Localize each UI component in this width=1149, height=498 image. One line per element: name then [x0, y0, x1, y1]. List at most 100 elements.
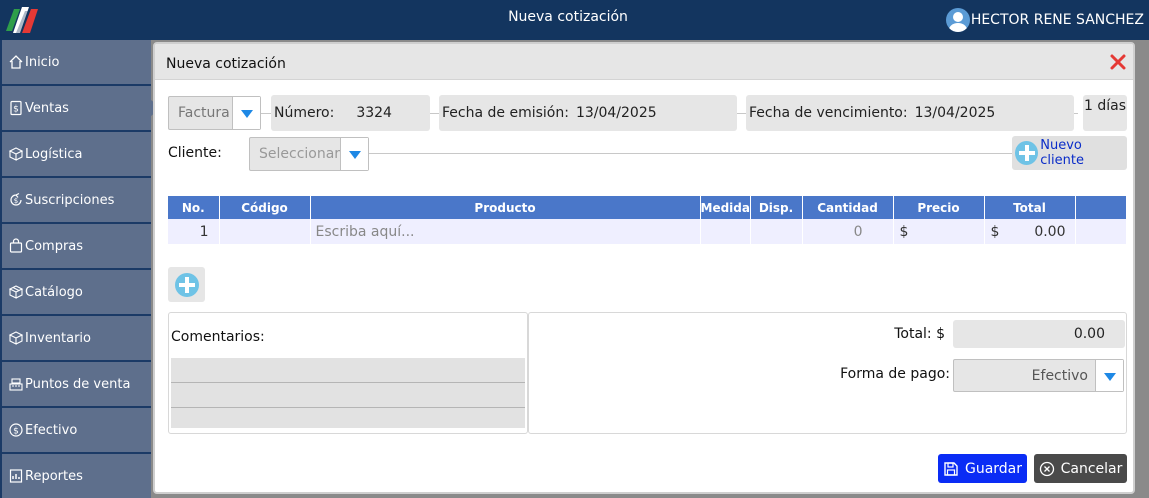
sidebar-item-puntos-de-venta[interactable]: Puntos de venta	[2, 362, 151, 406]
col-header-no: No.	[168, 196, 220, 219]
home-icon	[8, 54, 24, 70]
products-table: No. Código Producto Medida Disp. Cantida…	[168, 196, 1127, 244]
cash-coin-icon: $	[8, 422, 24, 438]
sidebar-item-inicio[interactable]: Inicio	[2, 40, 151, 84]
emision-value[interactable]: 13/04/2025	[576, 105, 657, 121]
forma-pago-value: Efectivo	[1031, 368, 1088, 384]
col-header-medida: Medida	[700, 196, 751, 219]
chevron-down-icon[interactable]	[1095, 360, 1123, 391]
sidebar-item-label: Inventario	[25, 330, 91, 346]
col-header-codigo: Código	[219, 196, 311, 219]
user-menu[interactable]: HECTOR RENE SANCHEZ	[945, 8, 1144, 32]
sidebar-item-label: Reportes	[25, 468, 83, 484]
precio-input[interactable]: $	[893, 219, 985, 244]
svg-text:$: $	[13, 427, 19, 437]
doc-type-value: Factura	[178, 105, 230, 121]
row-total-value: 0.00	[1034, 223, 1066, 240]
col-header-precio: Precio	[893, 196, 985, 219]
comments-label: Comentarios:	[171, 329, 265, 345]
comments-textarea[interactable]	[171, 358, 525, 428]
dias-value: 1 días	[1083, 98, 1126, 114]
cell-disp	[750, 219, 803, 244]
cantidad-input[interactable]: 0	[802, 219, 894, 244]
col-header-total: Total	[984, 196, 1076, 219]
cell-no: 1	[168, 219, 220, 244]
numero-value: 3324	[356, 105, 392, 121]
emision-label: Fecha de emisión:	[442, 105, 569, 121]
product-input[interactable]: Escriba aquí...	[310, 219, 701, 244]
shopping-bag-icon	[8, 238, 24, 254]
save-label: Guardar	[964, 460, 1023, 477]
sidebar-item-logistica[interactable]: Logística	[2, 132, 151, 176]
sidebar-item-reportes[interactable]: Reportes	[2, 454, 151, 498]
vencimiento-label: Fecha de vencimiento:	[749, 105, 908, 121]
total-currency: $	[990, 223, 1000, 240]
totals-panel: Total: $ 0.00 Forma de pago: Efectivo	[528, 312, 1127, 434]
vencimiento-field[interactable]: Fecha de vencimiento: 13/04/2025	[746, 95, 1074, 131]
total-value: 0.00	[953, 320, 1125, 348]
sidebar-item-label: Compras	[25, 238, 84, 254]
forma-pago-select[interactable]: Efectivo	[953, 359, 1124, 392]
sales-receipt-icon: $	[8, 100, 24, 116]
close-icon[interactable]	[1109, 53, 1127, 71]
dias-field: 1 días	[1083, 95, 1127, 131]
vencimiento-value[interactable]: 13/04/2025	[915, 105, 996, 121]
reports-icon	[8, 468, 24, 484]
save-button[interactable]: Guardar	[938, 454, 1027, 483]
precio-currency: $	[899, 223, 909, 240]
total-label: Total: $	[894, 326, 945, 342]
col-header-cantidad: Cantidad	[802, 196, 894, 219]
textarea-line	[171, 382, 525, 383]
cancel-circle-icon	[1039, 461, 1054, 476]
textarea-line	[171, 407, 525, 408]
cancel-label: Cancelar	[1060, 460, 1123, 477]
sidebar-item-label: Catálogo	[25, 284, 83, 300]
cell-total: $0.00	[984, 219, 1076, 244]
nuevo-cliente-button[interactable]: Nuevo cliente	[1012, 136, 1127, 170]
modal-title: Nueva cotización	[166, 56, 286, 72]
user-avatar-icon	[945, 8, 970, 32]
sidebar-item-label: Ventas	[25, 100, 69, 116]
inventory-box-icon	[8, 330, 24, 346]
svg-text:$: $	[14, 197, 18, 205]
cash-register-icon	[8, 376, 24, 392]
row-divider	[369, 153, 1012, 154]
sidebar-item-label: Inicio	[25, 54, 60, 70]
top-bar: Nueva cotización HECTOR RENE SANCHEZ	[0, 0, 1149, 40]
chevron-down-icon[interactable]	[232, 97, 260, 129]
catalog-box-icon	[8, 284, 24, 300]
sidebar-item-label: Puntos de venta	[25, 376, 131, 392]
svg-text:$: $	[13, 105, 19, 115]
doc-type-select[interactable]: Factura	[168, 96, 261, 130]
col-header-disp: Disp.	[750, 196, 803, 219]
cliente-placeholder: Seleccionar	[259, 146, 341, 162]
numero-field: Número: 3324	[271, 95, 430, 131]
cell-codigo[interactable]	[219, 219, 311, 244]
sidebar-item-label: Efectivo	[25, 422, 78, 438]
sidebar-item-compras[interactable]: Compras	[2, 224, 151, 268]
save-floppy-icon	[944, 461, 958, 476]
sidebar-item-catalogo[interactable]: Catálogo	[2, 270, 151, 314]
table-row: 1 Escriba aquí... 0 $ $0.00	[168, 219, 1127, 244]
modal-header: Nueva cotización	[155, 44, 1133, 80]
nuevo-cliente-label: Nuevo cliente	[1040, 138, 1084, 168]
col-header-actions	[1075, 196, 1127, 219]
cliente-select[interactable]: Seleccionar	[249, 137, 369, 171]
cell-medida	[700, 219, 751, 244]
sidebar-item-label: Logística	[25, 146, 83, 162]
emision-field[interactable]: Fecha de emisión: 13/04/2025	[439, 95, 737, 131]
sidebar-item-ventas[interactable]: $ Ventas	[2, 86, 161, 130]
comments-panel: Comentarios:	[168, 312, 528, 434]
user-name: HECTOR RENE SANCHEZ	[970, 12, 1144, 28]
col-header-producto: Producto	[310, 196, 701, 219]
sidebar-item-efectivo[interactable]: $ Efectivo	[2, 408, 151, 452]
sidebar-item-inventario[interactable]: Inventario	[2, 316, 151, 360]
numero-label: Número:	[274, 105, 335, 121]
cancel-button[interactable]: Cancelar	[1034, 454, 1127, 483]
add-row-button[interactable]	[168, 267, 205, 302]
table-header-row: No. Código Producto Medida Disp. Cantida…	[168, 196, 1127, 219]
plus-circle-icon	[1015, 141, 1039, 165]
chevron-down-icon[interactable]	[340, 138, 368, 170]
sidebar-item-suscripciones[interactable]: $ Suscripciones	[2, 178, 151, 222]
sidebar-item-label: Suscripciones	[25, 192, 115, 208]
